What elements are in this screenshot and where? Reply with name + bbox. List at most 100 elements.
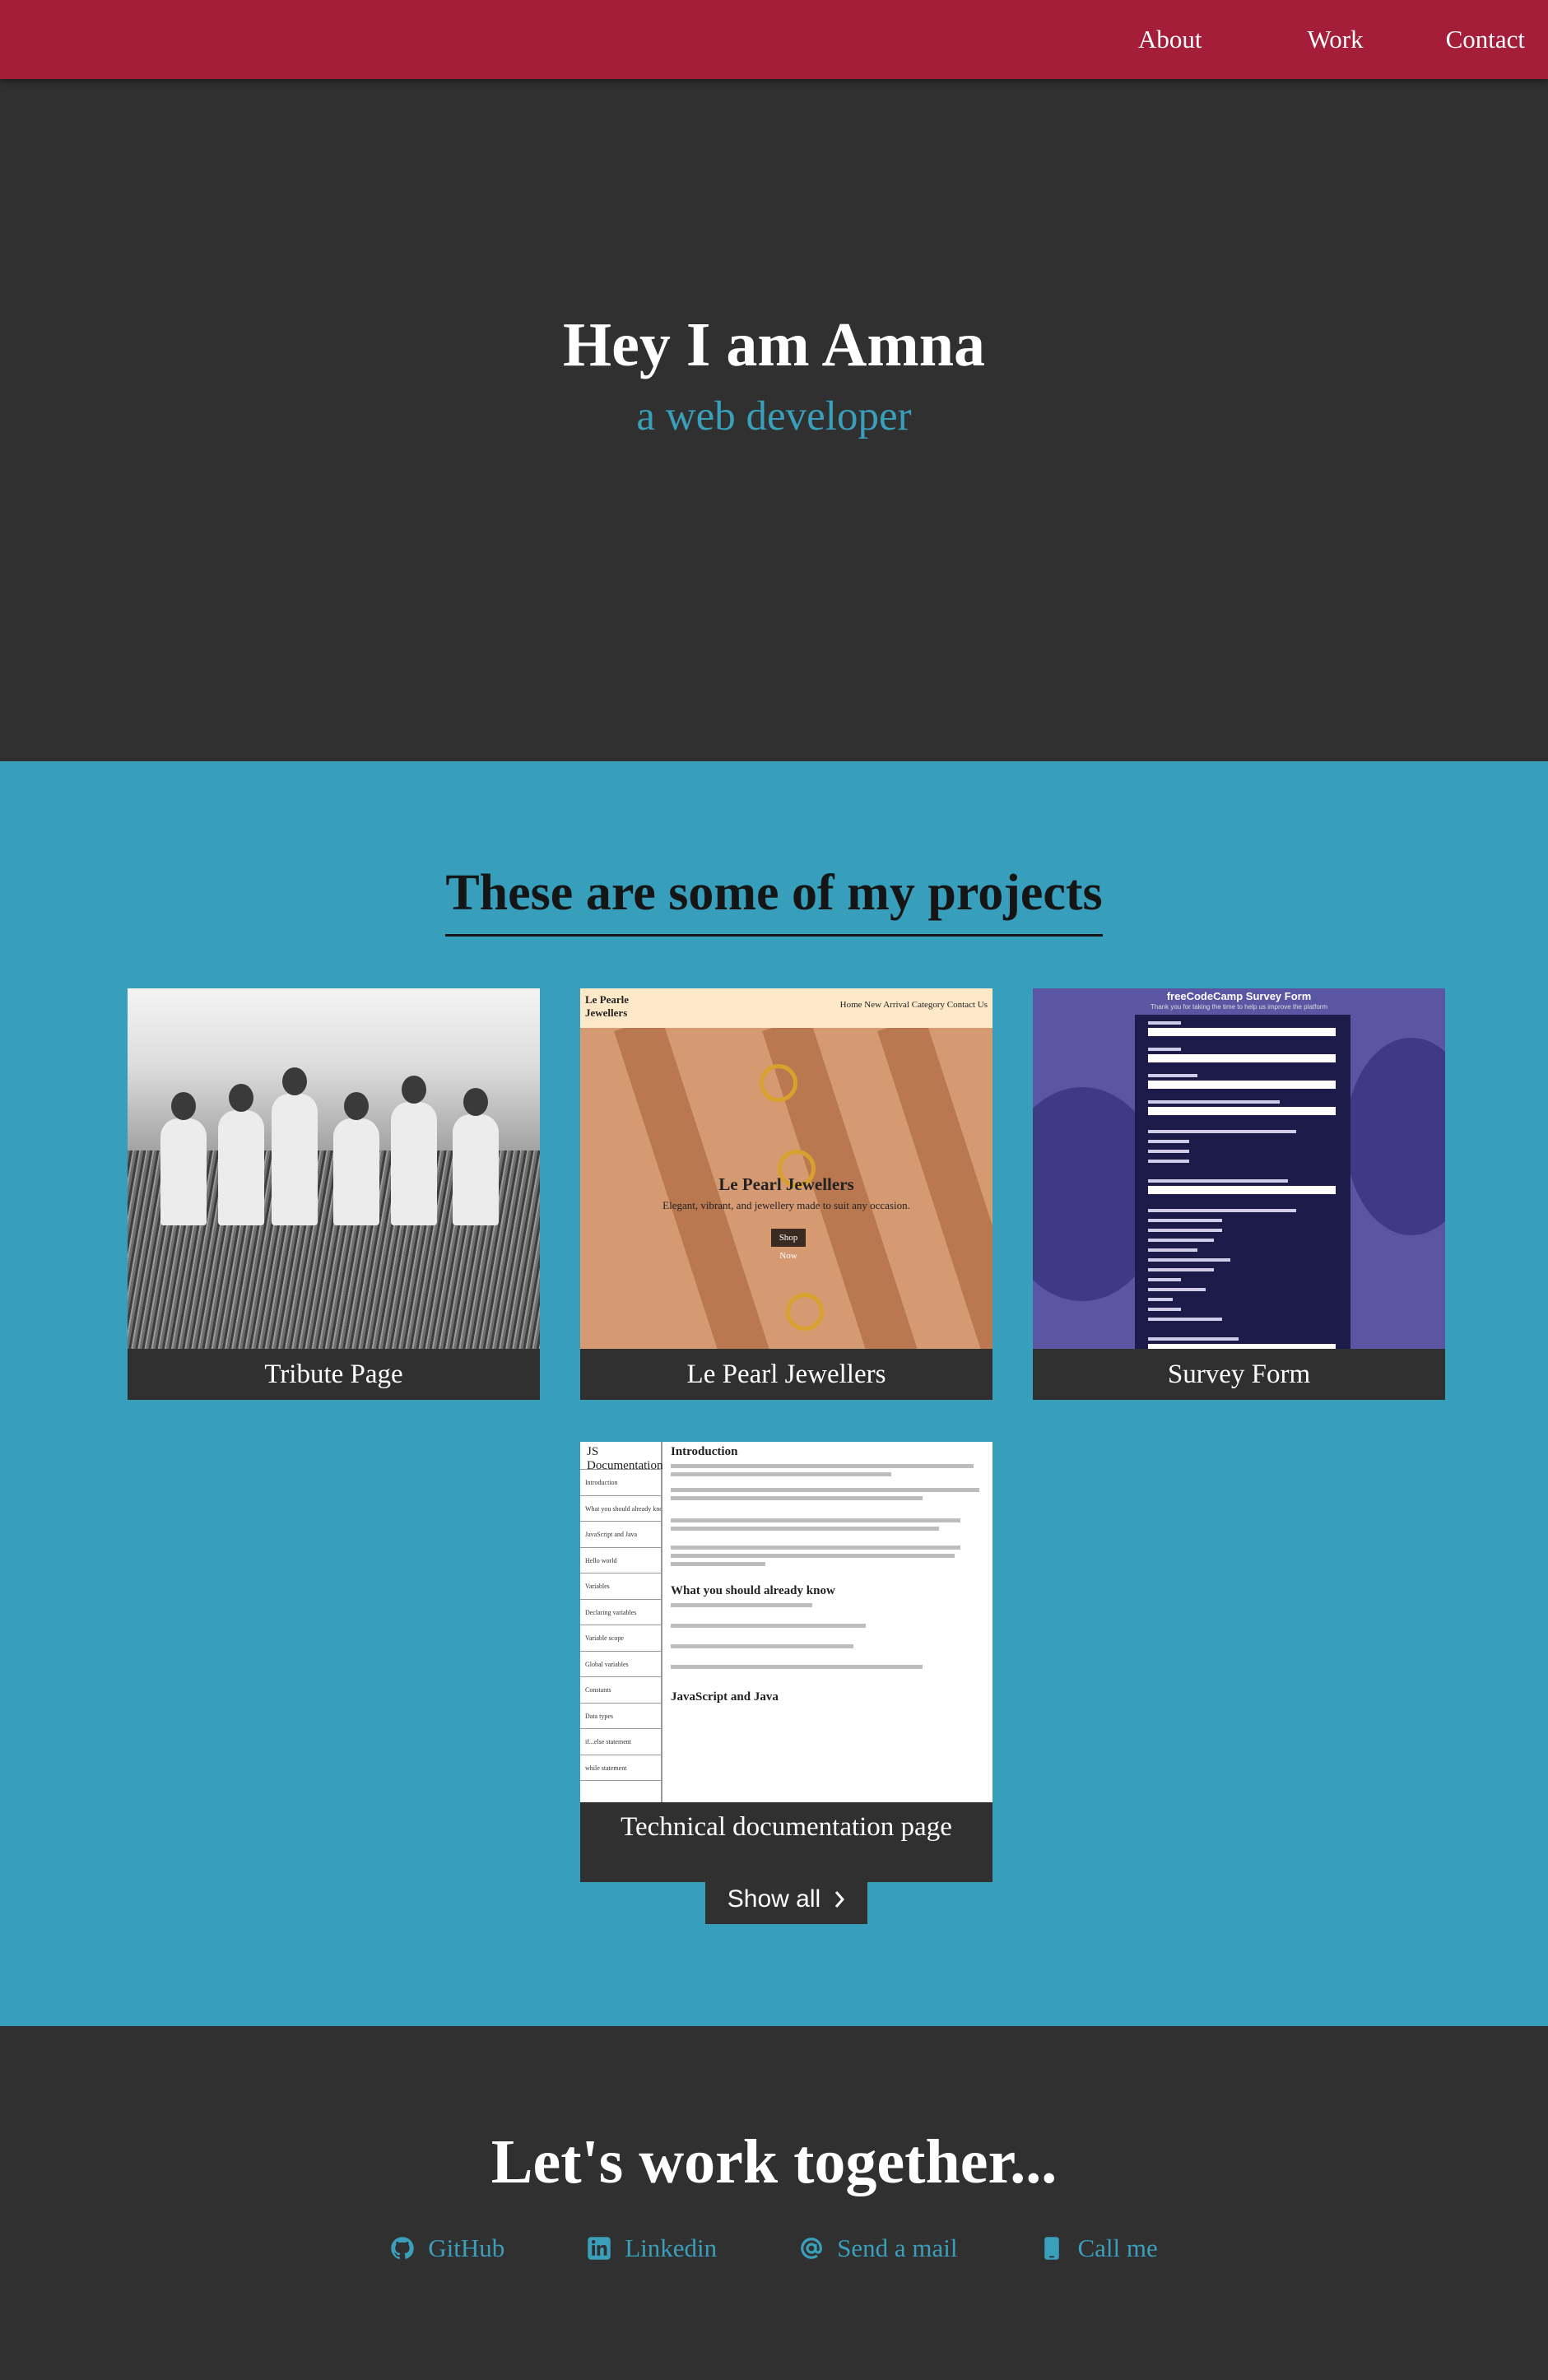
doc-nav-item: Declaring variables (580, 1600, 661, 1625)
doc-text-line (671, 1603, 813, 1607)
form-field (1148, 1107, 1336, 1115)
doc-nav-item: Hello world (580, 1548, 661, 1573)
project-tile-tech-doc[interactable]: JS Documentation Introduction What you s… (580, 1442, 992, 1882)
project-tile-tribute[interactable]: Tribute Page (128, 988, 540, 1400)
person-figure (391, 1102, 437, 1225)
bg-figure (1346, 1038, 1445, 1235)
github-icon (391, 2237, 414, 2260)
contact-link-label: Call me (1077, 2234, 1158, 2262)
doc-nav-item: Introduction (580, 1470, 661, 1496)
doc-text-line (671, 1472, 892, 1476)
show-all-button[interactable]: Show all (705, 1874, 867, 1924)
show-all-label: Show all (727, 1885, 821, 1913)
form-label (1148, 1100, 1280, 1104)
hero-subtitle: a web developer (636, 393, 912, 439)
tech-doc-thumbnail: JS Documentation Introduction What you s… (580, 1442, 992, 1802)
form-field (1148, 1344, 1336, 1349)
person-figure (272, 1094, 318, 1225)
nav-item-about: About (1115, 0, 1285, 79)
ring-icon (760, 1064, 797, 1102)
doc-text-line (671, 1496, 923, 1500)
doc-main-content: Introduction What you should already kno… (671, 1445, 986, 1802)
doc-nav-item: Constants (580, 1677, 661, 1704)
person-figure (160, 1118, 207, 1225)
doc-text-line (671, 1644, 854, 1648)
le-pearl-thumbnail: Le Pearle Jewellers Home New Arrival Cat… (580, 988, 992, 1349)
survey-heading: freeCodeCamp Survey Form (1166, 990, 1312, 1002)
doc-nav-panel: JS Documentation Introduction What you s… (580, 1442, 662, 1802)
ring-icon (786, 1293, 824, 1331)
person-head (229, 1084, 253, 1112)
contact-link-label: Send a mail (837, 2234, 958, 2262)
doc-text-line (671, 1562, 765, 1566)
form-option (1148, 1308, 1181, 1311)
nav-item-work: Work (1284, 0, 1422, 79)
pearl-tagline: Elegant, vibrant, and jewellery made to … (662, 1199, 910, 1211)
form-option (1148, 1258, 1230, 1262)
welcome-section: Hey I am Amna a web developer (0, 79, 1548, 761)
form-field (1148, 1081, 1336, 1089)
doc-heading: What you should already know (671, 1584, 835, 1597)
contact-link-linkedin[interactable]: Linkedin (587, 2234, 717, 2263)
contact-heading: Let's work together... (490, 2127, 1058, 2196)
chevron-right-icon (835, 1890, 845, 1908)
person-figure (453, 1114, 499, 1225)
form-label (1148, 1337, 1239, 1341)
nav-list: About Work Contact (1115, 0, 1548, 79)
form-field (1148, 1054, 1336, 1062)
form-label (1148, 1209, 1296, 1212)
contact-link-github[interactable]: GitHub (390, 2234, 504, 2263)
contact-link-mail[interactable]: Send a mail (799, 2234, 957, 2263)
phone-icon (1044, 2237, 1060, 2260)
form-option (1148, 1140, 1189, 1143)
doc-nav-item: JavaScript and Java (580, 1522, 661, 1548)
project-title: Tribute Page (264, 1359, 403, 1389)
person-head (463, 1088, 488, 1116)
contact-link-label: Linkedin (625, 2234, 718, 2262)
pearl-shop-button: Shop Now (771, 1229, 806, 1261)
doc-nav-item: if...else statement (580, 1729, 661, 1755)
contact-link-label: GitHub (428, 2234, 505, 2262)
doc-nav-title: JS Documentation (580, 1442, 662, 1472)
hero-title: Hey I am Amna (563, 310, 985, 379)
projects-heading-text: These are some of my projects (445, 864, 1103, 937)
nav-link-about[interactable]: About (1115, 0, 1225, 79)
tribute-thumbnail (128, 988, 540, 1349)
form-option (1148, 1288, 1206, 1291)
nav-link-contact[interactable]: Contact (1423, 0, 1548, 79)
contact-links: GitHub Linkedin Send a mail Call me (0, 2234, 1548, 2263)
doc-text-line (671, 1665, 923, 1669)
doc-nav-item: Variables (580, 1573, 661, 1600)
doc-text-line (671, 1546, 961, 1550)
person-head (171, 1092, 196, 1120)
doc-text-line (671, 1464, 974, 1468)
person-head (282, 1067, 307, 1095)
form-label (1148, 1179, 1288, 1183)
project-tile-survey[interactable]: freeCodeCamp Survey Form Thank you for t… (1033, 988, 1445, 1400)
doc-nav-item: What you should already know (580, 1496, 661, 1522)
form-option (1148, 1160, 1189, 1163)
doc-text-line (671, 1527, 939, 1531)
at-icon (801, 2238, 823, 2259)
project-tile-le-pearl[interactable]: Le Pearle Jewellers Home New Arrival Cat… (580, 988, 992, 1400)
form-option (1148, 1298, 1173, 1301)
doc-text-line (671, 1488, 980, 1492)
projects-heading: These are some of my projects (0, 864, 1548, 937)
contact-section: Let's work together... GitHub Linkedin S… (0, 2026, 1548, 2380)
form-option (1148, 1219, 1222, 1222)
form-option (1148, 1239, 1214, 1242)
person-head (344, 1092, 369, 1120)
doc-nav-item: Global variables (580, 1652, 661, 1677)
nav-link-work[interactable]: Work (1284, 0, 1386, 79)
form-option (1148, 1268, 1214, 1271)
form-field (1148, 1186, 1336, 1194)
contact-link-phone[interactable]: Call me (1039, 2234, 1158, 2263)
navbar: About Work Contact (0, 0, 1548, 79)
form-field (1148, 1028, 1336, 1036)
pearl-nav: Home New Arrival Category Contact Us (839, 1000, 988, 1010)
pearl-heading: Le Pearl Jewellers (718, 1174, 854, 1194)
doc-heading: JavaScript and Java (671, 1690, 779, 1704)
doc-text-line (671, 1554, 955, 1558)
projects-section: These are some of my projects Tribute Pa… (0, 761, 1548, 2026)
survey-subheading: Thank you for taking the time to help us… (1150, 1003, 1328, 1011)
